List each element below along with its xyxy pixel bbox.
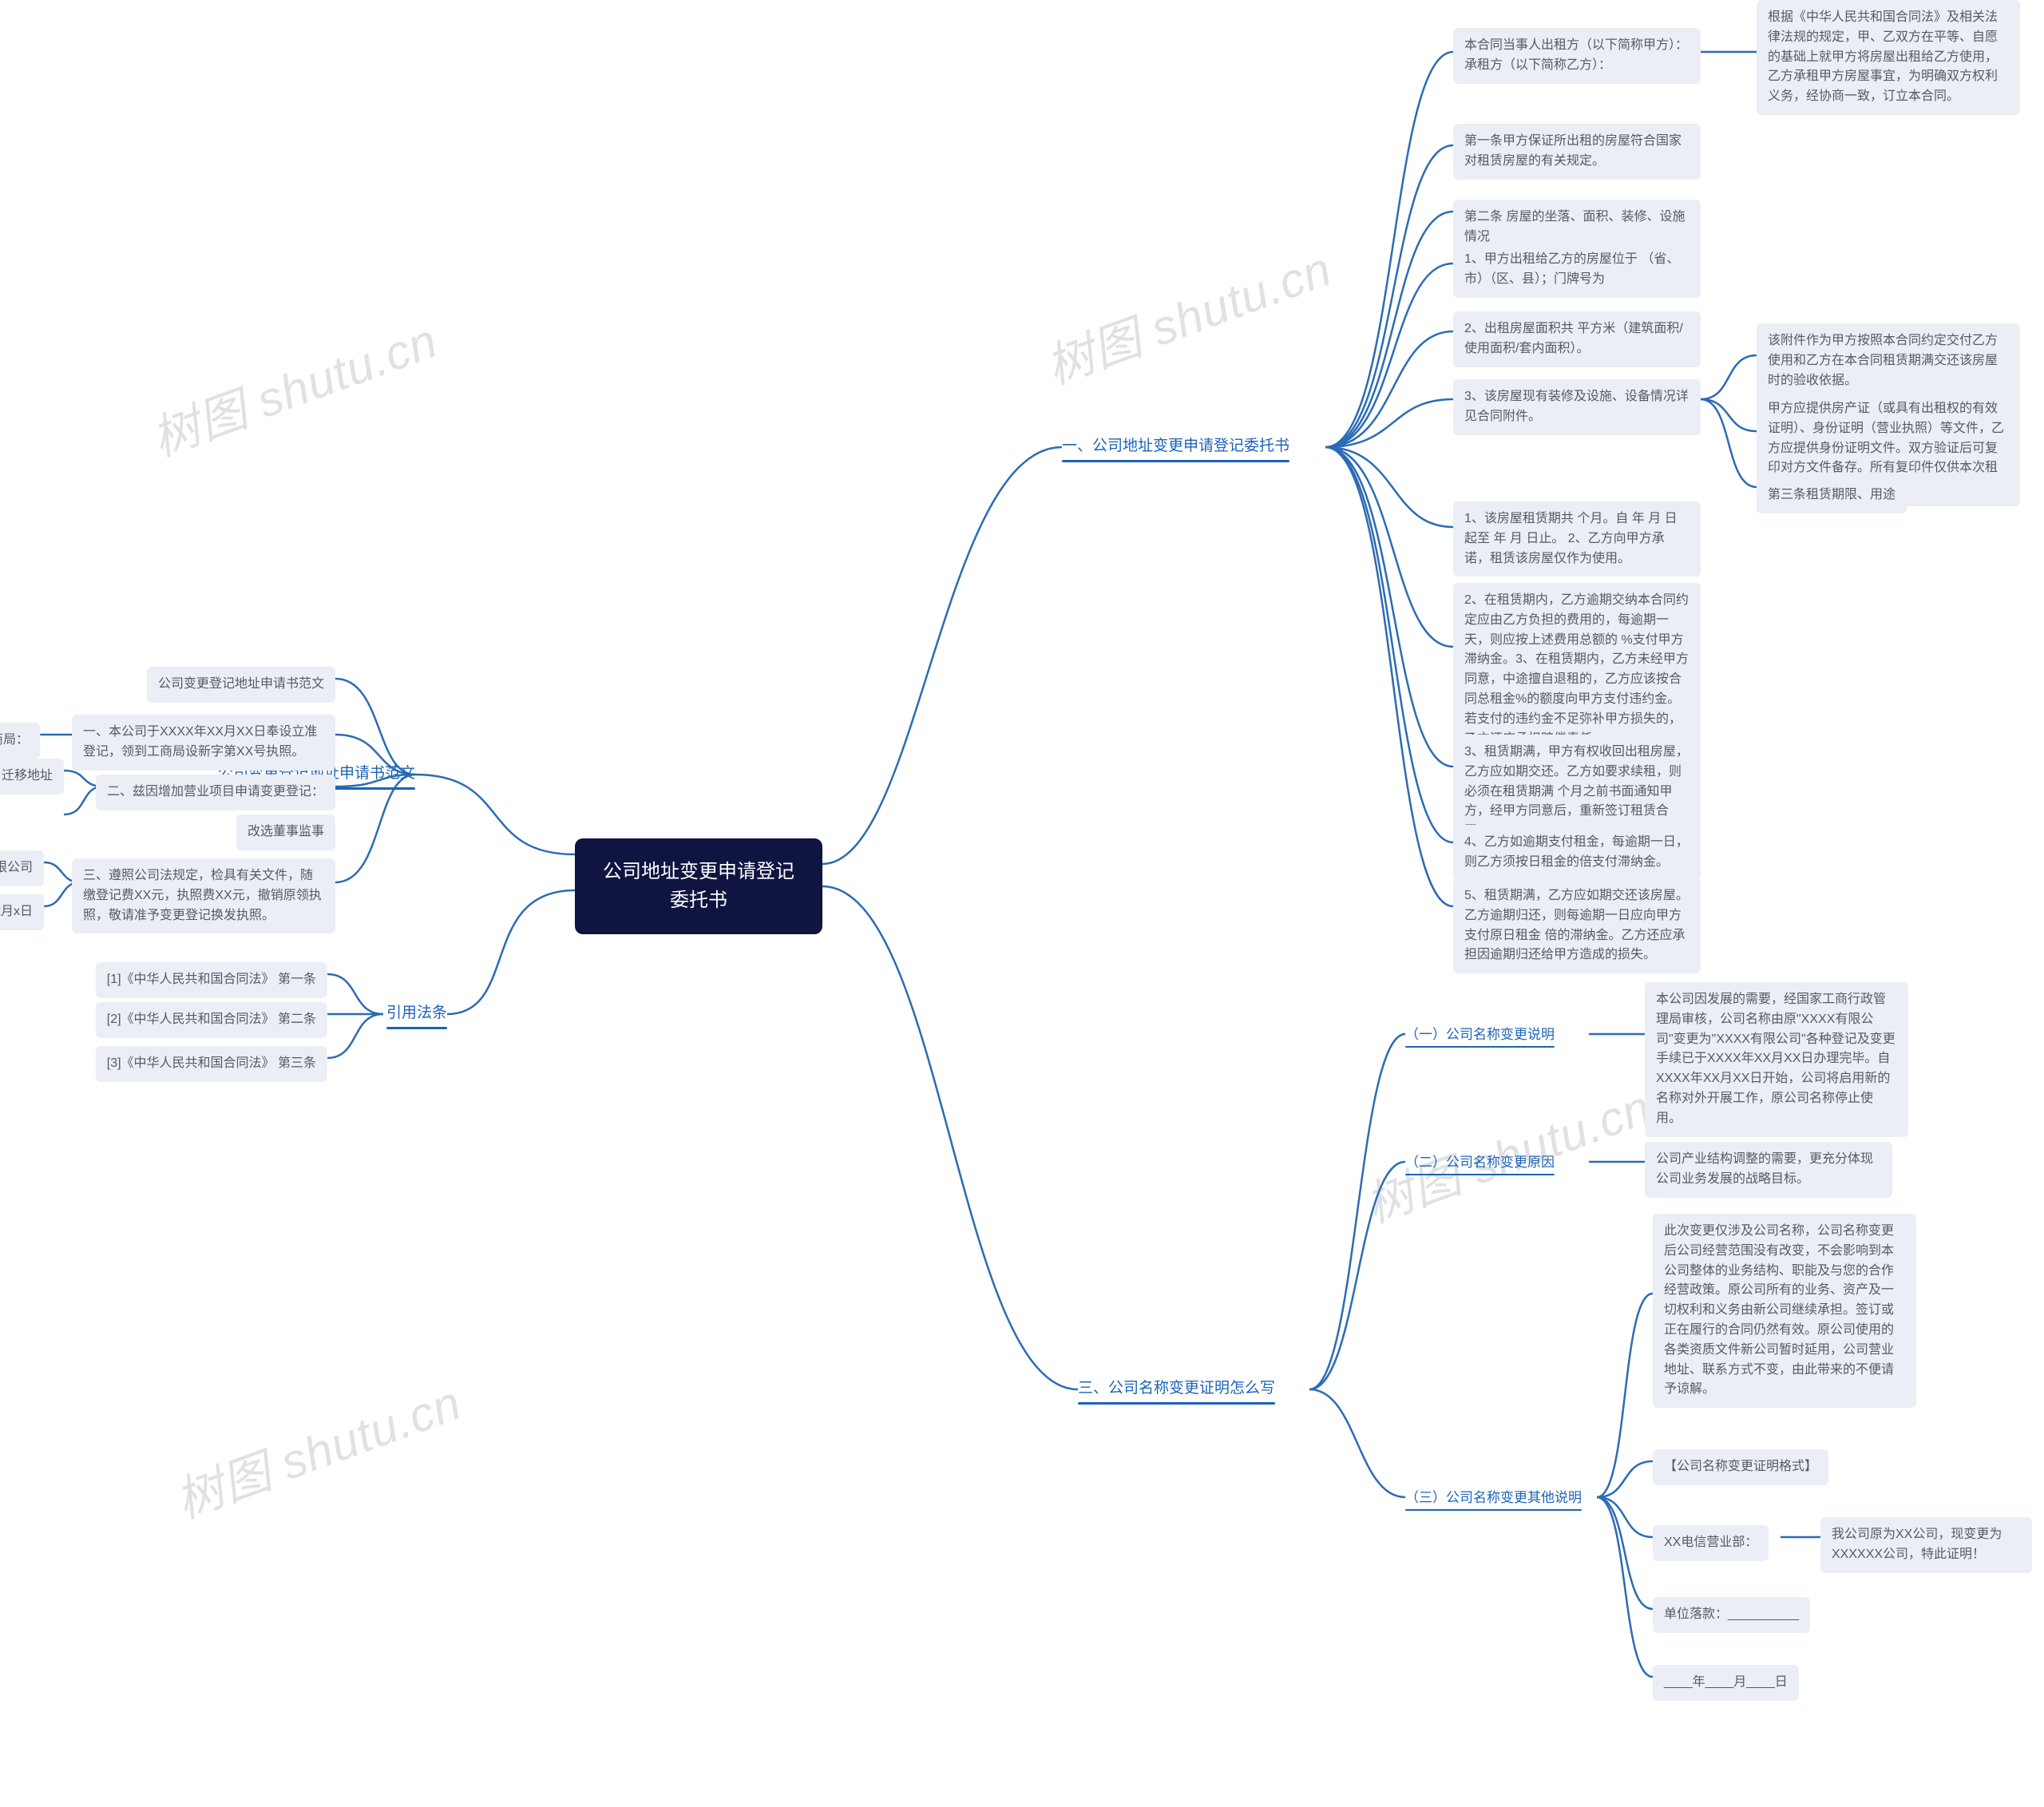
b2-c0: 公司变更登记地址申请书范文 <box>147 667 335 703</box>
b1-c1: 本合同当事人出租方（以下简称甲方）：承租方（以下简称乙方）： <box>1453 28 1701 84</box>
laws-label: 引用法条 <box>386 1005 447 1021</box>
b3-s3a: 此次变更仅涉及公司名称，公司名称变更后公司经营范围没有改变，不会影响到本公司整体… <box>1653 1214 1916 1408</box>
b2-c1: 一、本公司于XXXX年XX月XX日奉设立准登记，领到工商局设新字第XX号执照。 <box>72 715 335 771</box>
center-text: 公司地址变更申请登记委托书 <box>603 861 794 911</box>
center-topic: 公司地址变更申请登记委托书 <box>575 838 822 934</box>
b3-s2: （二）公司名称变更原因 <box>1405 1152 1555 1178</box>
b3-s3c: XX电信营业部： <box>1653 1525 1769 1561</box>
b1-c4: 1、甲方出租给乙方的房屋位于 （省、市）（区、县）；门牌号为 <box>1453 242 1701 298</box>
b3-s1a: 本公司因发展的需要，经国家工商行政管理局审核，公司名称由原"XXXX有限公司"变… <box>1645 982 1908 1137</box>
branch-1-label: 一、公司地址变更申请登记委托书 <box>1062 438 1289 454</box>
b2-c2a: 迁移地址 <box>0 759 64 795</box>
b1-c2: 第一条甲方保证所出租的房屋符合国家对租赁房屋的有关规定。 <box>1453 124 1701 180</box>
b2-c1a: XXXX工商局： <box>0 723 40 759</box>
b2-c2: 二、兹因增加营业项目申请变更登记： <box>96 775 335 810</box>
b1-c1a: 根据《中华人民共和国合同法》及相关法律法规的规定，甲、乙双方在平等、自愿的基础上… <box>1757 0 2020 115</box>
b1-c6: 3、该房屋现有装修及设施、设备情况详见合同附件。 <box>1453 379 1701 435</box>
b1-c5: 2、出租房屋面积共 平方米（建筑面积/使用面积/套内面积）。 <box>1453 311 1701 367</box>
laws-3: [3]《中华人民共和国合同法》 第三条 <box>96 1046 327 1082</box>
b3-s3b: 【公司名称变更证明格式】 <box>1653 1449 1828 1485</box>
branch-1: 一、公司地址变更申请登记委托书 <box>1062 435 1289 466</box>
b3-s1: （一）公司名称变更说明 <box>1405 1024 1555 1050</box>
b3-s3: （三）公司名称变更其他说明 <box>1405 1488 1582 1513</box>
b3-s2a: 公司产业结构调整的需要，更充分体现公司业务发展的战略目标。 <box>1645 1142 1892 1198</box>
b2-c3a: 申请人：XXX股份有限公司 <box>0 850 44 886</box>
branch-3: 三、公司名称变更证明怎么写 <box>1078 1377 1275 1408</box>
b2-c2b: 改选董事监事 <box>236 814 335 850</box>
b1-c6c: 第三条租赁期限、用途 <box>1757 478 1907 513</box>
b1-c6a: 该附件作为甲方按照本合同约定交付乙方使用和乙方在本合同租赁期满交还该房屋时的验收… <box>1757 323 2020 398</box>
branch-laws: 引用法条 <box>386 1002 447 1032</box>
b2-c3: 三、遵照公司法规定，检具有关文件，随缴登记费XX元，执照费XX元，撤销原领执照，… <box>72 858 335 933</box>
b1-c8: 2、在租赁期内，乙方逾期交纳本合同约定应由乙方负担的费用的，每逾期一天，则应按上… <box>1453 583 1701 757</box>
b1-c11: 5、租赁期满，乙方应如期交还该房屋。乙方逾期归还，则每逾期一日应向甲方支付原日租… <box>1453 878 1701 973</box>
branch-3-label: 三、公司名称变更证明怎么写 <box>1078 1380 1275 1397</box>
laws-1: [1]《中华人民共和国合同法》 第一条 <box>96 962 327 998</box>
b1-c10: 4、乙方如逾期支付租金，每逾期一日，则乙方须按日租金的倍支付滞纳金。 <box>1453 825 1701 881</box>
b3-s3c1: 我公司原为XX公司，现变更为XXXXXX公司，特此证明！ <box>1820 1517 2032 1573</box>
b3-s3e: ____年____月____日 <box>1653 1665 1799 1701</box>
b1-c7: 1、该房屋租赁期共 个月。自 年 月 日起至 年 月 日止。 2、乙方向甲方承诺… <box>1453 501 1701 577</box>
b3-s3d: 单位落款：__________ <box>1653 1597 1810 1633</box>
laws-2: [2]《中华人民共和国合同法》 第二条 <box>96 1002 327 1038</box>
b2-c3b: 时间：20xx年x月x日 <box>0 894 44 930</box>
